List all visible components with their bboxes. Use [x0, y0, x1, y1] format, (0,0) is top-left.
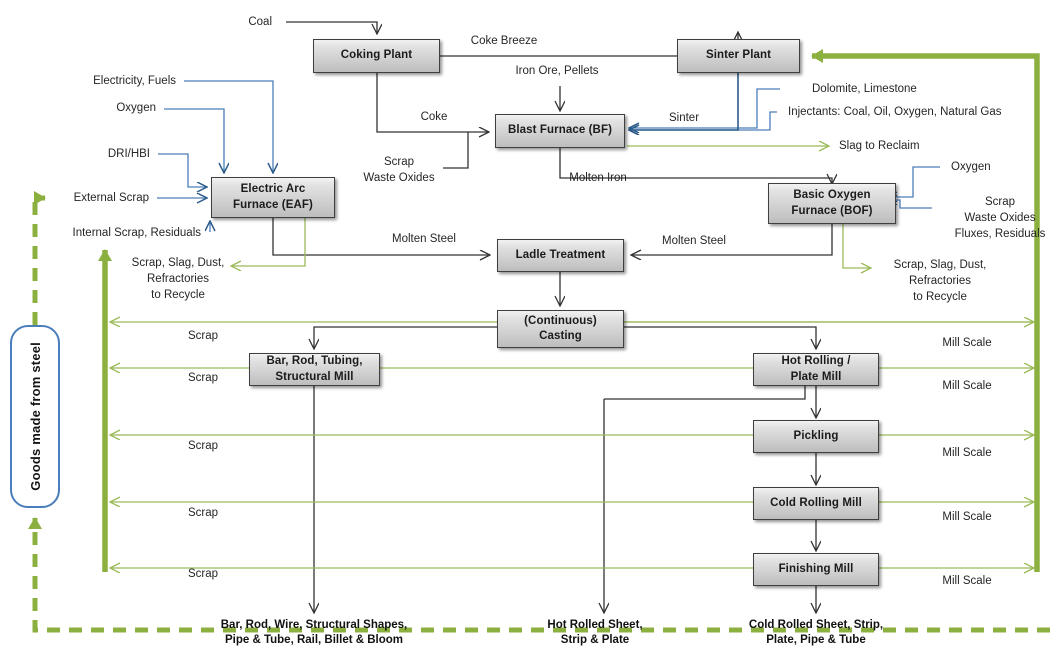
label-coke-breeze: Coke Breeze — [470, 35, 538, 47]
box-finishing-mill[interactable]: Finishing Mill — [753, 553, 879, 586]
label-mill-scale-1: Mill Scale — [942, 337, 992, 349]
label-scrap-return-4: Scrap — [187, 507, 219, 519]
box-sinter-plant[interactable]: Sinter Plant — [677, 39, 800, 73]
label-scrap-return-5: Scrap — [187, 568, 219, 580]
label-sinter: Sinter — [668, 112, 700, 124]
label-dri-hbi: DRI/HBI — [107, 148, 150, 160]
box-continuous-casting[interactable]: (Continuous) Casting — [497, 310, 624, 348]
label-molten-steel-left: Molten Steel — [392, 233, 456, 245]
label-coke: Coke — [420, 111, 448, 123]
box-label-hot-rolling-line1: Hot Rolling / — [781, 355, 851, 368]
label-coal: Coal — [248, 16, 272, 28]
label-recycle-eaf-line1: Scrap, Slag, Dust, — [131, 257, 225, 269]
label-injectants: Injectants: Coal, Oil, Oxygen, Natural G… — [788, 106, 1002, 118]
output-cold-rolled-products-line2: Plate, Pipe & Tube — [766, 634, 866, 646]
label-bof-inputs-line2: Waste Oxides — [964, 212, 1036, 224]
label-molten-iron: Molten Iron — [569, 172, 627, 184]
box-label-blast-furnace: Blast Furnace (BF) — [507, 124, 613, 137]
box-bar-rod-tubing-structural-mill[interactable]: Bar, Rod, Tubing, Structural Mill — [249, 353, 380, 386]
box-label-hot-rolling-line2: Plate Mill — [790, 370, 842, 383]
output-hot-rolled-products-line2: Strip & Plate — [560, 634, 630, 646]
label-mill-scale-2: Mill Scale — [942, 380, 992, 392]
box-label-casting-line2: Casting — [539, 330, 582, 342]
label-external-scrap: External Scrap — [73, 192, 149, 204]
label-scrap-waste-oxides-bf-line1: Scrap — [383, 156, 415, 168]
output-long-products-line1: Bar, Rod, Wire, Structural Shapes, — [220, 619, 408, 631]
goods-made-from-steel-label: Goods made from steel — [27, 342, 43, 491]
label-molten-steel-right: Molten Steel — [662, 235, 726, 247]
box-label-eaf-line1: Electric Arc — [240, 183, 306, 196]
box-label-bar-mill-line2: Structural Mill — [275, 370, 354, 383]
label-mill-scale-5: Mill Scale — [942, 575, 992, 587]
label-scrap-return-1: Scrap — [187, 330, 219, 342]
label-oxygen-bof: Oxygen — [951, 161, 991, 173]
label-electricity-fuels: Electricity, Fuels — [93, 75, 176, 87]
label-slag-to-reclaim: Slag to Reclaim — [839, 140, 920, 152]
label-recycle-bof-line3: to Recycle — [913, 291, 967, 303]
box-label-casting-line1: (Continuous) — [524, 314, 597, 327]
box-label-bof-line1: Basic Oxygen — [793, 189, 871, 202]
label-internal-scrap-residuals: Internal Scrap, Residuals — [72, 227, 201, 239]
label-mill-scale-3: Mill Scale — [942, 447, 992, 459]
output-hot-rolled-products-line1: Hot Rolled Sheet, — [547, 619, 643, 631]
box-label-pickling: Pickling — [793, 429, 839, 442]
box-blast-furnace[interactable]: Blast Furnace (BF) — [495, 114, 625, 148]
label-recycle-bof-line1: Scrap, Slag, Dust, — [893, 259, 987, 271]
label-recycle-eaf-line3: to Recycle — [151, 289, 205, 301]
box-label-coking-plant: Coking Plant — [340, 49, 413, 62]
box-label-sinter-plant: Sinter Plant — [705, 49, 772, 62]
box-label-ladle-treatment: Ladle Treatment — [515, 248, 606, 261]
label-scrap-return-2: Scrap — [187, 372, 219, 384]
label-recycle-bof-line2: Refractories — [909, 275, 971, 287]
box-basic-oxygen-furnace[interactable]: Basic Oxygen Furnace (BOF) — [768, 183, 896, 224]
label-mill-scale-4: Mill Scale — [942, 511, 992, 523]
box-hot-rolling-plate-mill[interactable]: Hot Rolling / Plate Mill — [753, 353, 879, 386]
box-label-finishing-mill: Finishing Mill — [778, 562, 854, 575]
label-iron-ore-pellets: Iron Ore, Pellets — [515, 65, 599, 77]
box-label-cold-rolling-mill: Cold Rolling Mill — [770, 496, 862, 509]
label-dolomite-limestone: Dolomite, Limestone — [812, 83, 917, 95]
box-coking-plant[interactable]: Coking Plant — [313, 39, 440, 73]
box-label-bof-line2: Furnace (BOF) — [791, 204, 873, 217]
output-cold-rolled-products-line1: Cold Rolled Sheet, Strip, — [748, 619, 884, 631]
steel-production-flow-diagram: Coking Plant Sinter Plant Blast Furnace … — [0, 0, 1061, 652]
goods-made-from-steel-box[interactable]: Goods made from steel — [10, 325, 60, 508]
box-label-bar-mill-line1: Bar, Rod, Tubing, — [266, 355, 363, 368]
label-scrap-return-3: Scrap — [187, 440, 219, 452]
box-electric-arc-furnace[interactable]: Electric Arc Furnace (EAF) — [211, 177, 335, 218]
label-bof-inputs-line1: Scrap — [984, 196, 1016, 208]
box-pickling[interactable]: Pickling — [753, 420, 879, 453]
label-oxygen-eaf: Oxygen — [116, 102, 156, 114]
output-long-products-line2: Pipe & Tube, Rail, Billet & Bloom — [224, 634, 404, 646]
box-cold-rolling-mill[interactable]: Cold Rolling Mill — [753, 487, 879, 520]
label-recycle-eaf-line2: Refractories — [147, 273, 209, 285]
label-scrap-waste-oxides-bf-line2: Waste Oxides — [363, 172, 435, 184]
box-ladle-treatment[interactable]: Ladle Treatment — [497, 239, 624, 272]
label-bof-inputs-line3: Fluxes, Residuals — [954, 228, 1046, 240]
box-label-eaf-line2: Furnace (EAF) — [233, 198, 313, 211]
